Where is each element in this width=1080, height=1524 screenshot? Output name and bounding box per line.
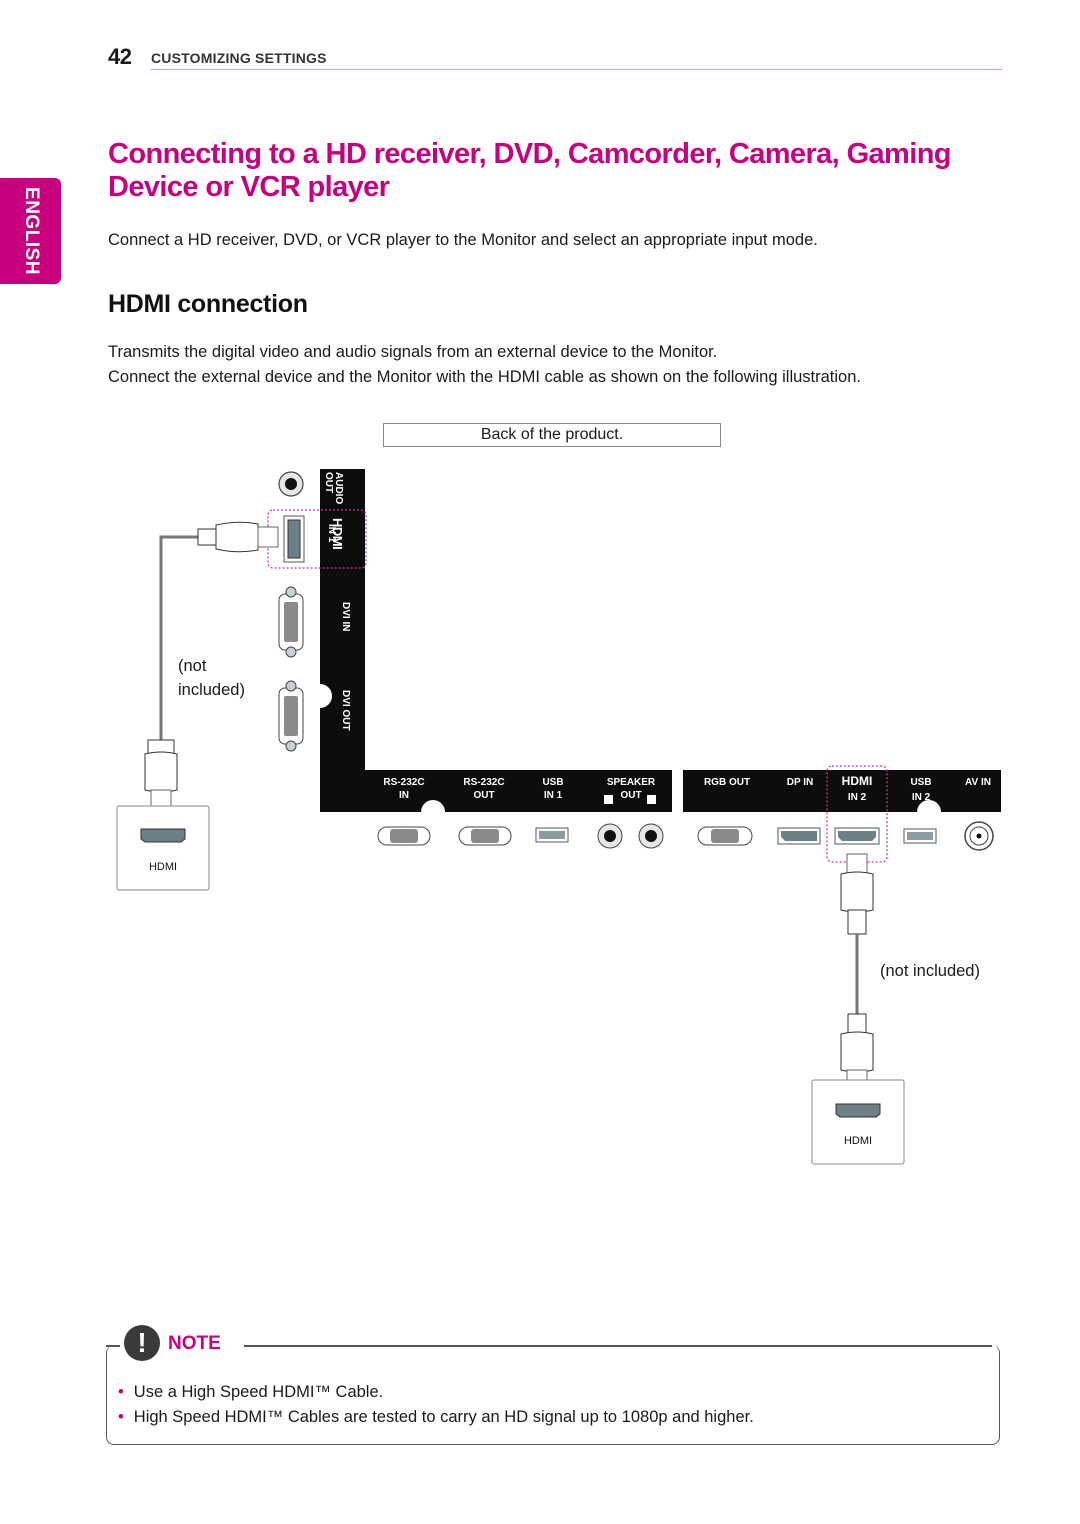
port-label: OUT [473, 790, 494, 801]
audio-jack-icon [278, 471, 304, 497]
dp-in-port-icon [777, 827, 821, 845]
rs232c-in-port-icon [377, 826, 431, 846]
device-label: HDMI [149, 861, 177, 873]
speaker-r-tag [604, 795, 613, 804]
hdmi-port-icon [283, 515, 305, 563]
hdmi-cable-right [840, 853, 874, 1091]
port-label: IN 1 [544, 790, 563, 801]
port-label: USB [910, 777, 931, 788]
source-device-left: HDMI [116, 805, 210, 891]
dvi-out-port-icon [278, 680, 304, 752]
source-device-right: HDMI [811, 1079, 905, 1165]
note-item-text: Use a High Speed HDMI™ Cable. [133, 1383, 384, 1401]
port-label: HDMI [842, 774, 873, 788]
port-label: IN 2 [848, 792, 867, 803]
port-label: USB [542, 777, 563, 788]
port-label: RS-232C [383, 777, 424, 788]
port-label: IN [399, 790, 409, 801]
port-label: DP IN [787, 777, 814, 788]
cable-note-right: (not included) [880, 962, 980, 980]
usb-in1-port-icon [535, 827, 569, 843]
note-item: • Use a High Speed HDMI™ Cable. [118, 1383, 383, 1402]
bullet-icon: • [118, 1408, 124, 1426]
port-label: SPEAKER [607, 777, 656, 788]
cable-note-left: included) [178, 681, 245, 699]
rs232c-out-port-icon [458, 826, 512, 846]
side-label-dvi-out: DVI OUT [340, 690, 351, 731]
side-label-hdmi-in1: IN 1 [326, 524, 337, 543]
usb-in2-port-icon [903, 828, 937, 844]
port-label: RS-232C [463, 777, 504, 788]
note-item-text: High Speed HDMI™ Cables are tested to ca… [133, 1408, 754, 1426]
speaker-r-jack-icon [597, 823, 623, 849]
note-label: NOTE [168, 1333, 221, 1354]
hdmi-in2-port-icon [834, 827, 880, 845]
av-in-jack-icon [964, 821, 994, 851]
note-item: • High Speed HDMI™ Cables are tested to c… [118, 1408, 754, 1427]
speaker-l-tag [647, 795, 656, 804]
speaker-l-jack-icon [638, 823, 664, 849]
note-border [106, 1345, 120, 1347]
exclamation-icon: ! [124, 1325, 160, 1361]
device-label: HDMI [844, 1135, 872, 1147]
rgb-out-port-icon [697, 826, 753, 846]
port-label: OUT [620, 790, 641, 801]
bullet-icon: • [118, 1383, 124, 1401]
cable-note-left: (not [178, 657, 207, 675]
port-label: RGB OUT [704, 777, 750, 788]
note-border [244, 1345, 992, 1347]
port-label: AV IN [965, 777, 991, 788]
side-label-dvi-in: DVI IN [340, 602, 351, 631]
hdmi-cable-left [144, 521, 279, 811]
dvi-in-port-icon [278, 586, 304, 658]
port-label: IN 2 [912, 792, 931, 803]
connection-diagram: AUDIOOUT HDMI IN 1 DVI IN DVI OUT (not i… [116, 469, 1001, 1165]
